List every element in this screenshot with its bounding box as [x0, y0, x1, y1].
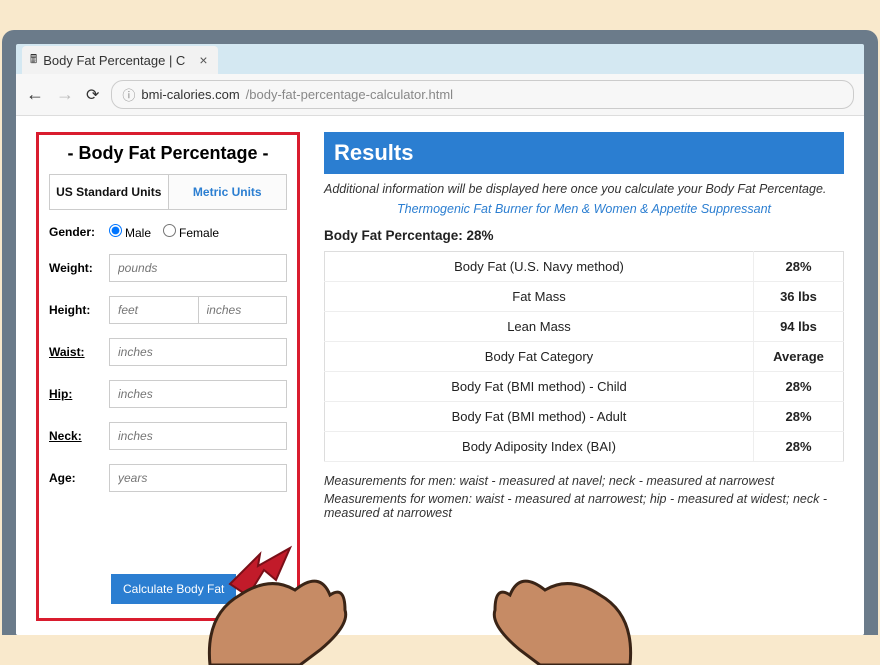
measurement-note-women: Measurements for women: waist - measured…	[324, 492, 844, 520]
results-panel: Results Additional information will be d…	[324, 132, 844, 621]
age-input[interactable]	[109, 464, 287, 492]
tab-us-units[interactable]: US Standard Units	[50, 175, 169, 209]
result-row-label: Body Fat (BMI method) - Child	[325, 372, 754, 402]
result-row-label: Body Fat (BMI method) - Adult	[325, 402, 754, 432]
result-row: Body Fat CategoryAverage	[325, 342, 844, 372]
weight-row: Weight:	[49, 254, 287, 282]
results-header: Results	[324, 132, 844, 174]
measurement-note-men: Measurements for men: waist - measured a…	[324, 474, 844, 488]
result-row: Body Fat (U.S. Navy method)28%	[325, 252, 844, 282]
unit-tabs: US Standard Units Metric Units	[49, 174, 287, 210]
promo-link[interactable]: Thermogenic Fat Burner for Men & Women &…	[324, 202, 844, 216]
body-fat-summary: Body Fat Percentage: 28%	[324, 228, 844, 243]
forward-button[interactable]: →	[56, 84, 74, 105]
height-row: Height:	[49, 296, 287, 324]
info-icon: ⓘ	[122, 85, 135, 104]
address-bar: ← → ⟳ ⓘ bmi-calories.com/body-fat-percen…	[16, 74, 864, 116]
result-row-label: Lean Mass	[325, 312, 754, 342]
laptop-frame: 🖩 Body Fat Percentage | C × ← → ⟳ ⓘ bmi-…	[2, 30, 878, 635]
result-row-value: 28%	[754, 432, 844, 462]
result-row-value: 28%	[754, 372, 844, 402]
neck-label: Neck:	[49, 429, 101, 443]
calculator-panel: - Body Fat Percentage - US Standard Unit…	[36, 132, 300, 621]
neck-input[interactable]	[109, 422, 287, 450]
height-inches-input[interactable]	[199, 296, 288, 324]
url-path: /body-fat-percentage-calculator.html	[246, 87, 453, 102]
calculator-icon: 🖩	[30, 50, 37, 71]
calculate-button[interactable]: Calculate Body Fat	[111, 574, 236, 604]
result-row-label: Body Fat Category	[325, 342, 754, 372]
result-row: Body Fat (BMI method) - Adult28%	[325, 402, 844, 432]
gender-row: Gender: Male Female	[49, 224, 287, 240]
gender-female-radio[interactable]: Female	[163, 224, 219, 240]
height-feet-input[interactable]	[109, 296, 199, 324]
result-row: Body Adiposity Index (BAI)28%	[325, 432, 844, 462]
browser-tab[interactable]: 🖩 Body Fat Percentage | C ×	[22, 46, 218, 74]
calculator-title: - Body Fat Percentage -	[49, 143, 287, 164]
tab-strip: 🖩 Body Fat Percentage | C ×	[16, 44, 864, 74]
close-tab-icon[interactable]: ×	[199, 52, 207, 68]
age-row: Age:	[49, 464, 287, 492]
result-row-label: Body Adiposity Index (BAI)	[325, 432, 754, 462]
page-content: - Body Fat Percentage - US Standard Unit…	[16, 116, 864, 635]
result-row-value: 28%	[754, 402, 844, 432]
hip-row: Hip:	[49, 380, 287, 408]
waist-row: Waist:	[49, 338, 287, 366]
result-row-value: 28%	[754, 252, 844, 282]
tab-title: Body Fat Percentage | C	[43, 53, 185, 68]
results-table: Body Fat (U.S. Navy method)28%Fat Mass36…	[324, 251, 844, 462]
weight-input[interactable]	[109, 254, 287, 282]
result-row: Body Fat (BMI method) - Child28%	[325, 372, 844, 402]
weight-label: Weight:	[49, 261, 101, 275]
url-domain: bmi-calories.com	[141, 87, 239, 102]
browser-window: 🖩 Body Fat Percentage | C × ← → ⟳ ⓘ bmi-…	[16, 44, 864, 635]
tab-metric-units[interactable]: Metric Units	[169, 175, 287, 209]
result-row-value: 94 lbs	[754, 312, 844, 342]
hip-input[interactable]	[109, 380, 287, 408]
result-row-label: Fat Mass	[325, 282, 754, 312]
waist-input[interactable]	[109, 338, 287, 366]
waist-label: Waist:	[49, 345, 101, 359]
gender-male-radio[interactable]: Male	[109, 224, 151, 240]
age-label: Age:	[49, 471, 101, 485]
hip-label: Hip:	[49, 387, 101, 401]
result-row-label: Body Fat (U.S. Navy method)	[325, 252, 754, 282]
result-row: Lean Mass94 lbs	[325, 312, 844, 342]
url-field[interactable]: ⓘ bmi-calories.com/body-fat-percentage-c…	[111, 80, 854, 109]
gender-label: Gender:	[49, 225, 101, 239]
result-row: Fat Mass36 lbs	[325, 282, 844, 312]
result-row-value: 36 lbs	[754, 282, 844, 312]
result-row-value: Average	[754, 342, 844, 372]
height-label: Height:	[49, 303, 101, 317]
back-button[interactable]: ←	[26, 84, 44, 105]
reload-button[interactable]: ⟳	[86, 85, 99, 105]
neck-row: Neck:	[49, 422, 287, 450]
results-info-text: Additional information will be displayed…	[324, 182, 844, 196]
